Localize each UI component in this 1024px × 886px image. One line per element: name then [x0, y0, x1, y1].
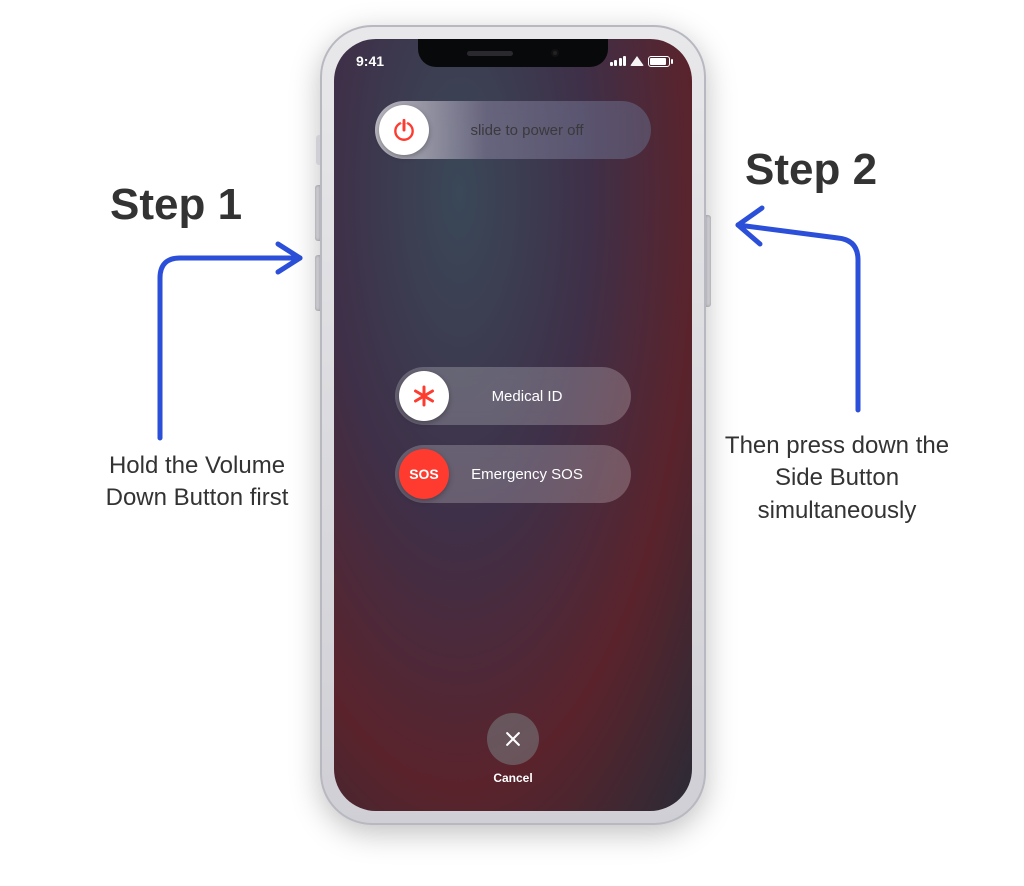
earpiece-speaker — [467, 51, 513, 56]
instruction-diagram: Step 1 Hold the Volume Down Button first… — [0, 0, 1024, 886]
phone-screen: 9:41 slide to power off Medical — [334, 39, 692, 811]
volume-up-button[interactable] — [315, 185, 320, 241]
step-2-title: Step 2 — [745, 145, 877, 195]
power-off-label: slide to power off — [433, 122, 651, 139]
sos-icon: SOS — [399, 449, 449, 499]
medical-id-slider[interactable]: Medical ID — [395, 367, 631, 425]
close-icon — [503, 729, 523, 749]
cancel-area: Cancel — [487, 713, 539, 785]
side-button[interactable] — [706, 215, 711, 307]
iphone-device-frame: 9:41 slide to power off Medical — [320, 25, 706, 825]
cancel-button[interactable] — [487, 713, 539, 765]
notch — [418, 39, 608, 67]
step-2-arrow — [718, 200, 888, 435]
wifi-icon — [630, 56, 644, 66]
status-icons — [610, 56, 671, 67]
status-time: 9:41 — [356, 53, 384, 69]
silent-switch[interactable] — [316, 135, 320, 165]
emergency-sos-label: Emergency SOS — [453, 466, 631, 483]
front-camera — [551, 49, 559, 57]
slide-to-power-off[interactable]: slide to power off — [375, 101, 651, 159]
cellular-signal-icon — [610, 56, 627, 66]
volume-down-button[interactable] — [315, 255, 320, 311]
step-2-description: Then press down the Side Button simultan… — [722, 430, 952, 527]
battery-icon — [648, 56, 670, 67]
medical-asterisk-icon — [399, 371, 449, 421]
power-icon — [379, 105, 429, 155]
emergency-sos-slider[interactable]: SOS Emergency SOS — [395, 445, 631, 503]
medical-id-label: Medical ID — [453, 388, 631, 405]
cancel-label: Cancel — [493, 771, 532, 785]
step-1-title: Step 1 — [110, 180, 242, 230]
